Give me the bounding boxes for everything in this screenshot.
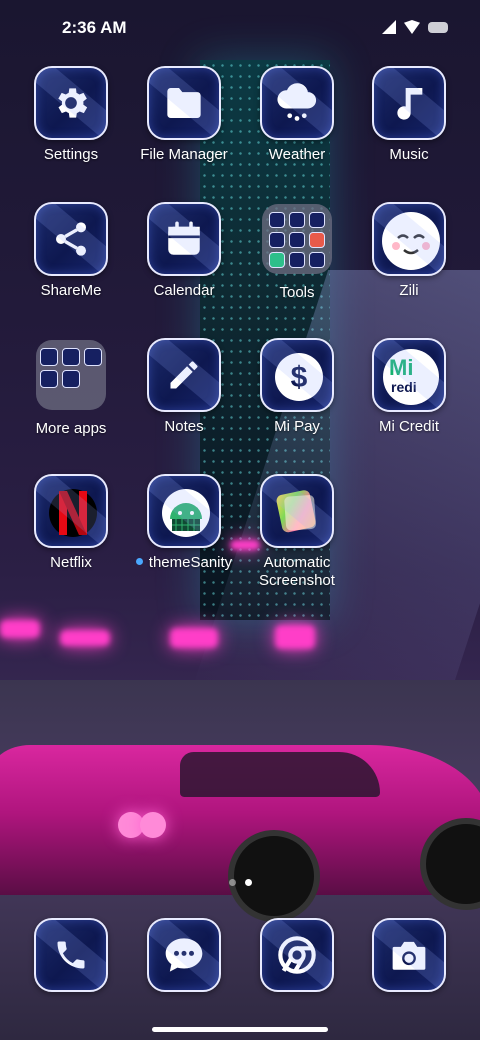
app-label: File Manager <box>140 146 228 163</box>
app-label: Settings <box>43 146 99 163</box>
battery-icon <box>428 21 448 33</box>
pencil-icon <box>147 338 221 412</box>
mi-credit-logo: Mi redi <box>383 349 439 405</box>
app-label: Automatic <box>263 554 331 571</box>
svg-text:$: $ <box>291 361 308 394</box>
app-label: Mi Credit <box>378 418 439 435</box>
signal-icon <box>382 20 396 34</box>
status-time: 2:36 AM <box>62 18 127 37</box>
home-gesture-bar[interactable] <box>152 1027 328 1032</box>
app-calendar[interactable]: Calendar <box>128 202 240 300</box>
chrome-icon <box>260 918 334 992</box>
app-label: Music <box>389 146 429 163</box>
app-label: Notes <box>164 418 204 435</box>
cloud-rain-icon <box>260 66 334 140</box>
app-label: Weather <box>268 146 326 163</box>
page-indicator[interactable] <box>229 879 252 886</box>
mini-app-icon <box>84 348 102 366</box>
dock-chrome[interactable] <box>241 918 353 992</box>
mini-app-icon <box>309 252 325 268</box>
app-label: Tools <box>279 284 315 301</box>
wallpaper-neon <box>170 628 218 648</box>
wallpaper-neon <box>275 625 315 649</box>
app-music[interactable]: Music <box>353 66 465 164</box>
folder-more-apps-icon <box>36 340 106 410</box>
app-themesanity[interactable]: themeSanity <box>128 474 240 572</box>
app-label: Calendar <box>153 282 215 299</box>
app-label: Mi Pay <box>274 418 320 435</box>
mini-app-icon <box>62 348 80 366</box>
wallpaper-neon <box>60 630 110 646</box>
app-folder-more-apps[interactable]: More apps <box>15 338 127 438</box>
app-label: themeSanity <box>128 554 240 572</box>
mini-app-icon <box>40 348 58 366</box>
netflix-icon <box>34 474 108 548</box>
page-dot-active[interactable] <box>245 879 252 886</box>
wallpaper-wheel <box>228 830 320 922</box>
folder-tools-icon <box>262 204 332 274</box>
mini-app-icon <box>269 212 285 228</box>
page-dot[interactable] <box>229 879 236 886</box>
android-icon <box>147 474 221 548</box>
app-notes[interactable]: Notes <box>128 338 240 436</box>
app-label-line2: Screenshot <box>259 572 335 589</box>
new-app-dot <box>135 558 143 565</box>
mini-app-icon <box>40 370 58 388</box>
mini-app-icon <box>289 252 305 268</box>
wallpaper-car-window <box>180 752 380 797</box>
app-zili[interactable]: Zili <box>353 202 465 300</box>
mini-app-icon <box>289 232 305 248</box>
app-label: ShareMe <box>40 282 102 299</box>
message-icon <box>147 918 221 992</box>
app-shareme[interactable]: ShareMe <box>15 202 127 300</box>
app-weather[interactable]: Weather <box>241 66 353 164</box>
dock-camera[interactable] <box>353 918 465 992</box>
gear-icon <box>34 66 108 140</box>
wallpaper-taillight <box>140 812 166 838</box>
screenshot-icon <box>260 474 334 548</box>
mini-app-icon <box>289 212 305 228</box>
mini-app-icon <box>309 232 325 248</box>
wifi-icon <box>404 20 420 34</box>
app-settings[interactable]: Settings <box>15 66 127 164</box>
mi-credit-icon: Mi redi <box>372 338 446 412</box>
app-file-manager[interactable]: File Manager <box>128 66 240 164</box>
android-circle <box>162 489 210 537</box>
app-folder-tools[interactable]: Tools <box>241 202 353 302</box>
mini-app-icon <box>269 232 285 248</box>
mini-app-icon <box>309 212 325 228</box>
smiley-face-icon <box>372 202 446 276</box>
camera-icon <box>372 918 446 992</box>
share-icon <box>34 202 108 276</box>
app-mi-pay[interactable]: $ Mi Pay <box>241 338 353 436</box>
zili-face <box>382 212 440 270</box>
mi-credit-logo-text: Mi <box>389 355 414 380</box>
app-netflix[interactable]: Netflix <box>15 474 127 572</box>
dock-messages[interactable] <box>128 918 240 992</box>
dollar-circle: $ <box>275 353 323 401</box>
app-mi-credit[interactable]: Mi redi Mi Credit <box>353 338 465 436</box>
mini-app-icon <box>62 370 80 388</box>
wallpaper-neon <box>0 620 40 638</box>
app-label: More apps <box>35 420 107 437</box>
app-label: Netflix <box>50 554 92 571</box>
dollar-icon: $ <box>260 338 334 412</box>
app-label: Zili <box>399 282 419 299</box>
dock-phone[interactable] <box>15 918 127 992</box>
calendar-icon <box>147 202 221 276</box>
music-note-icon <box>372 66 446 140</box>
mini-app-icon <box>269 252 285 268</box>
phone-icon <box>34 918 108 992</box>
app-label-text: themeSanity <box>148 554 233 571</box>
status-bar: 2:36 AM <box>0 0 480 56</box>
folder-icon <box>147 66 221 140</box>
mi-credit-logo-sub: redi <box>391 379 417 395</box>
app-automatic-screenshot[interactable]: Automatic Screenshot <box>241 474 353 590</box>
status-icons <box>382 20 448 34</box>
